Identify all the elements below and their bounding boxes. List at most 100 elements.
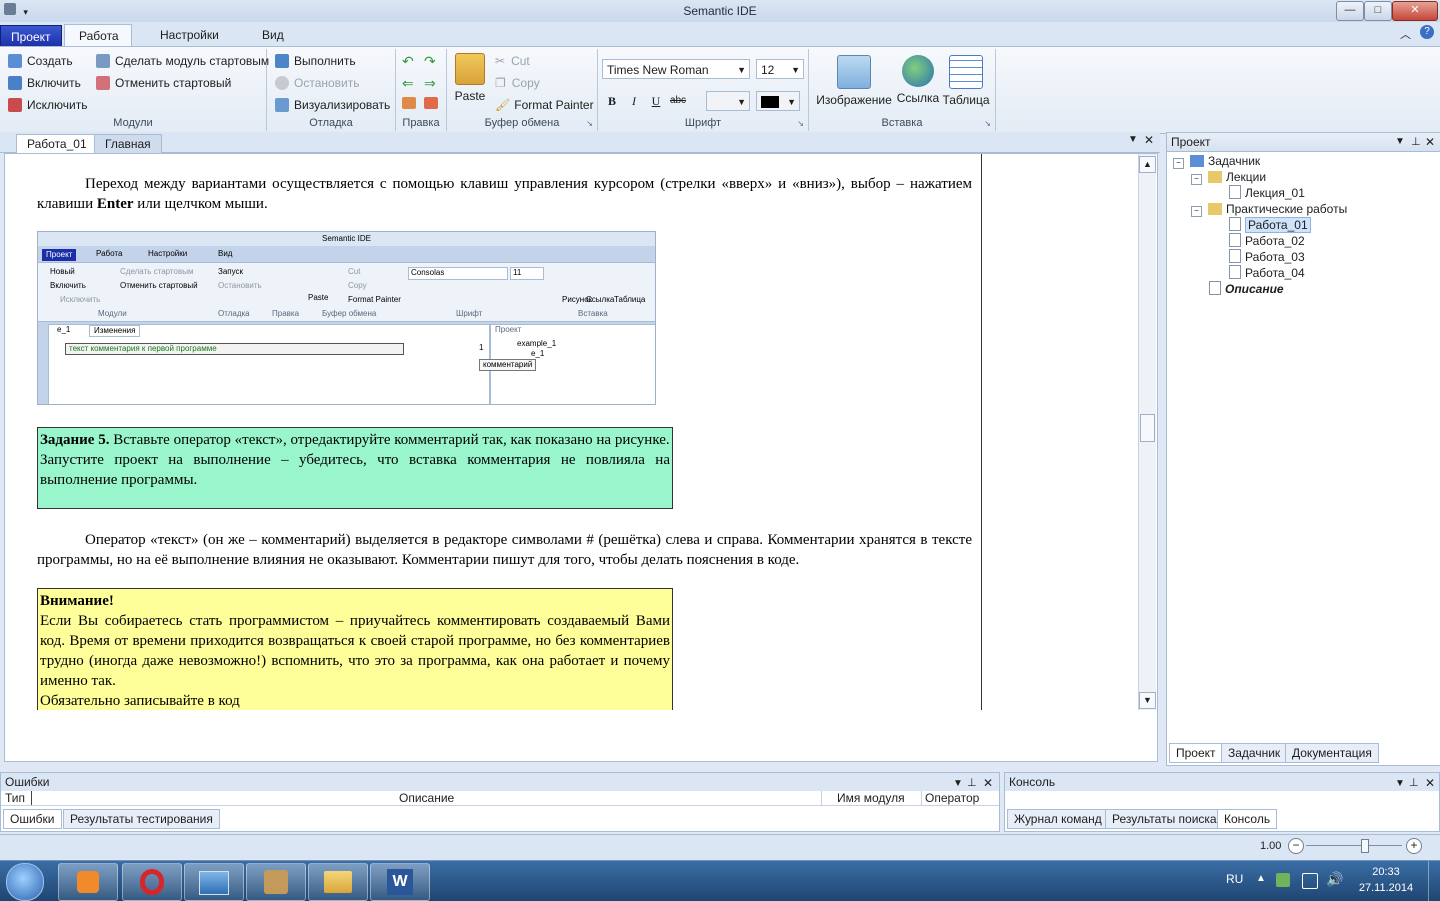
underline-button[interactable]: U [646, 91, 666, 111]
insert-table-button[interactable]: Таблица [941, 55, 991, 107]
tree-lecture-01[interactable]: Лекция_01 [1229, 185, 1305, 201]
collapse-icon[interactable]: − [1173, 158, 1184, 169]
errors-close-icon[interactable]: ✕ [983, 774, 993, 792]
zoom-out-button[interactable]: − [1288, 838, 1304, 854]
tree-work-03[interactable]: Работа_03 [1229, 249, 1305, 265]
start-button[interactable] [6, 863, 44, 901]
help-icon[interactable]: ? [1420, 25, 1434, 39]
font-size-select[interactable]: 12 ▼ [756, 59, 804, 79]
errors-tab-errors[interactable]: Ошибки [3, 809, 62, 829]
document-editor[interactable]: Переход между вариантами осуществляется … [4, 153, 1158, 762]
doc-menu-icon[interactable]: ▼ [1128, 134, 1138, 145]
tree-description[interactable]: Описание [1209, 281, 1284, 297]
cut-button[interactable]: ✂ Cut [495, 51, 530, 71]
tree-practicals[interactable]: − Практические работы [1191, 201, 1347, 217]
include-button[interactable]: Включить [8, 73, 81, 93]
tray-app-icon[interactable] [1276, 873, 1290, 887]
show-desktop-button[interactable] [1428, 861, 1440, 901]
highlight-color-select[interactable]: ▼ [706, 91, 750, 111]
tab-settings[interactable]: Настройки [146, 24, 233, 46]
ribbon-collapse-icon[interactable]: ︿ [1400, 26, 1411, 42]
pin-icon[interactable]: ⊥ [1411, 133, 1421, 151]
close-button[interactable]: ✕ [1392, 1, 1438, 21]
tab-view[interactable]: Вид [248, 24, 298, 46]
edit-tool-icon[interactable] [402, 97, 416, 109]
collapse-icon[interactable]: − [1191, 206, 1202, 217]
network-icon[interactable] [1302, 873, 1318, 889]
zoom-slider-thumb[interactable] [1360, 839, 1369, 853]
strikethrough-button[interactable]: abc [668, 91, 688, 111]
insert-link-button[interactable]: Ссылка [895, 55, 941, 105]
italic-button[interactable]: I [624, 91, 644, 111]
visualize-button[interactable]: Визуализировать [275, 95, 390, 115]
create-button[interactable]: Создать [8, 51, 73, 71]
console-pin-icon[interactable]: ⊥ [1409, 774, 1419, 792]
scroll-thumb[interactable] [1140, 414, 1155, 442]
tree-work-04[interactable]: Работа_04 [1229, 265, 1305, 281]
console-tab-log[interactable]: Журнал команд [1007, 809, 1109, 829]
maximize-button[interactable]: □ [1364, 1, 1392, 21]
errors-tab-test-results[interactable]: Результаты тестирования [63, 809, 220, 829]
zoom-in-button[interactable]: + [1406, 838, 1422, 854]
col-operator[interactable]: Оператор [925, 791, 979, 805]
arrow-right-icon[interactable]: ⇒ [424, 75, 436, 92]
exclude-button[interactable]: Исключить [8, 95, 87, 115]
language-indicator[interactable]: RU [1226, 872, 1243, 886]
taskbar-desktop[interactable] [184, 863, 244, 901]
insert-launcher-icon[interactable]: ↘ [984, 119, 991, 128]
make-start-button[interactable]: Сделать модуль стартовым [96, 51, 269, 71]
undo-icon[interactable]: ↶ [402, 53, 414, 70]
panel-tab-project[interactable]: Проект [1169, 743, 1223, 763]
taskbar-opera[interactable] [122, 863, 182, 901]
format-painter-button[interactable]: 🖌 Format Painter [495, 95, 594, 115]
minimize-button[interactable]: — [1336, 1, 1364, 21]
stop-button[interactable]: Остановить [275, 73, 360, 93]
panel-tab-tasks[interactable]: Задачник [1221, 743, 1288, 763]
col-description[interactable]: Описание [399, 791, 454, 805]
collapse-icon[interactable]: − [1191, 174, 1202, 185]
console-tab-search[interactable]: Результаты поиска [1105, 809, 1224, 829]
tree-root[interactable]: − Задачник [1173, 153, 1260, 169]
tray-expand-icon[interactable]: ▲ [1256, 873, 1266, 884]
clock-date[interactable]: 27.11.2014 [1352, 882, 1420, 894]
col-type[interactable]: Тип [5, 791, 25, 805]
bold-button[interactable]: B [602, 91, 622, 111]
cancel-start-button[interactable]: Отменить стартовый [96, 73, 231, 93]
taskbar-semantic-ide[interactable] [246, 863, 306, 901]
insert-image-button[interactable]: Изображение [813, 55, 895, 107]
doc-tab-work01[interactable]: Работа_01 [16, 134, 98, 153]
panel-close-icon[interactable]: ✕ [1425, 133, 1435, 151]
panel-menu-icon[interactable]: ▼ [1395, 133, 1405, 151]
scroll-up-icon[interactable]: ▲ [1139, 156, 1156, 173]
clock-time[interactable]: 20:33 [1356, 866, 1416, 878]
scroll-down-icon[interactable]: ▼ [1139, 692, 1156, 709]
clipboard-launcher-icon[interactable]: ↘ [586, 119, 593, 128]
errors-pin-icon[interactable]: ⊥ [967, 774, 977, 792]
tree-work-01[interactable]: Работа_01 [1229, 217, 1311, 233]
console-menu-icon[interactable]: ▼ [1395, 775, 1405, 793]
console-tab-console[interactable]: Консоль [1217, 809, 1278, 829]
panel-tab-docs[interactable]: Документация [1285, 743, 1379, 763]
volume-icon[interactable]: 🔊 [1326, 871, 1343, 888]
tree-work-02[interactable]: Работа_02 [1229, 233, 1305, 249]
taskbar-media-player[interactable] [58, 863, 118, 901]
taskbar-word[interactable]: W [370, 863, 430, 901]
font-color-select[interactable]: ▼ [756, 91, 800, 111]
col-module-name[interactable]: Имя модуля [837, 791, 905, 805]
run-button[interactable]: Выполнить [275, 51, 356, 71]
document-page[interactable]: Переход между вариантами осуществляется … [5, 154, 982, 710]
zoom-slider-track[interactable] [1306, 845, 1402, 846]
edit-tool2-icon[interactable] [424, 97, 438, 109]
font-family-select[interactable]: Times New Roman ▼ [602, 59, 750, 79]
tree-lectures[interactable]: − Лекции [1191, 169, 1266, 185]
doc-tab-main[interactable]: Главная [94, 134, 162, 153]
font-launcher-icon[interactable]: ↘ [797, 119, 804, 128]
arrow-left-icon[interactable]: ⇐ [402, 75, 414, 92]
tab-project[interactable]: Проект [0, 25, 62, 48]
doc-close-icon[interactable]: ✕ [1144, 133, 1154, 147]
copy-button[interactable]: ❐ Copy [495, 73, 540, 93]
tab-work[interactable]: Работа [64, 24, 132, 47]
taskbar-explorer[interactable] [308, 863, 368, 901]
vertical-scrollbar[interactable]: ▲ ▼ [1138, 154, 1156, 710]
redo-icon[interactable]: ↷ [424, 53, 436, 70]
